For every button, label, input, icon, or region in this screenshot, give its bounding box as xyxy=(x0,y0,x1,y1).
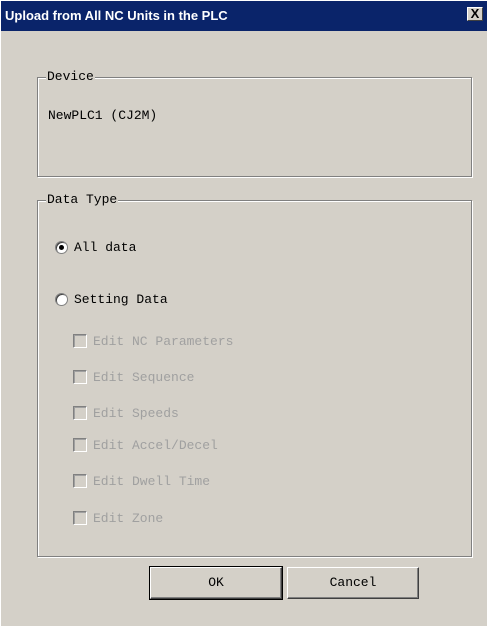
checkbox-edit-sequence-box xyxy=(73,370,87,384)
checkbox-edit-speeds: Edit Speeds xyxy=(73,404,179,422)
checkbox-edit-dwell-time-box xyxy=(73,474,87,488)
checkbox-edit-nc-parameters-label: Edit NC Parameters xyxy=(93,333,234,349)
checkbox-edit-sequence: Edit Sequence xyxy=(73,368,194,386)
checkbox-edit-speeds-label: Edit Speeds xyxy=(93,405,179,421)
title-bar[interactable]: Upload from All NC Units in the PLC X xyxy=(1,1,487,31)
radio-setting-data-label[interactable]: Setting Data xyxy=(74,292,168,307)
checkbox-edit-nc-parameters-box xyxy=(73,334,87,348)
radio-setting-data[interactable]: Setting Data xyxy=(55,290,168,308)
close-button[interactable]: X xyxy=(467,7,483,21)
checkbox-edit-dwell-time: Edit Dwell Time xyxy=(73,472,210,490)
upload-dialog: Upload from All NC Units in the PLC X De… xyxy=(0,0,487,626)
checkbox-edit-speeds-box xyxy=(73,406,87,420)
radio-setting-data-button[interactable] xyxy=(55,292,68,306)
checkbox-edit-zone-label: Edit Zone xyxy=(93,510,164,526)
checkbox-edit-accel-decel-label: Edit Accel/Decel xyxy=(93,437,218,453)
close-icon: X xyxy=(470,6,480,21)
radio-all-data-label[interactable]: All data xyxy=(74,240,136,255)
cancel-button[interactable]: Cancel xyxy=(287,567,419,599)
checkbox-edit-nc-parameters: Edit NC Parameters xyxy=(73,332,233,350)
checkbox-edit-sequence-label: Edit Sequence xyxy=(93,369,195,385)
data-type-group-legend: Data Type xyxy=(46,192,119,207)
radio-all-data[interactable]: All data xyxy=(55,238,136,256)
device-group: Device NewPLC1 (CJ2M) xyxy=(37,69,472,177)
device-value: NewPLC1 (CJ2M) xyxy=(48,108,158,123)
ok-button-label: OK xyxy=(208,575,224,590)
ok-button[interactable]: OK xyxy=(149,566,283,600)
checkbox-edit-dwell-time-label: Edit Dwell Time xyxy=(93,473,211,489)
radio-all-data-button[interactable] xyxy=(55,240,68,254)
window-title: Upload from All NC Units in the PLC xyxy=(5,8,228,23)
checkbox-edit-zone-box xyxy=(73,511,87,525)
checkbox-edit-accel-decel-box xyxy=(73,438,87,452)
checkbox-edit-accel-decel: Edit Accel/Decel xyxy=(73,436,218,454)
radio-selected-dot xyxy=(59,244,64,250)
cancel-button-label: Cancel xyxy=(329,575,377,590)
checkbox-edit-zone: Edit Zone xyxy=(73,509,163,527)
data-type-group: Data Type All data Setting Data Edit NC … xyxy=(37,192,472,557)
device-group-legend: Device xyxy=(46,69,95,84)
